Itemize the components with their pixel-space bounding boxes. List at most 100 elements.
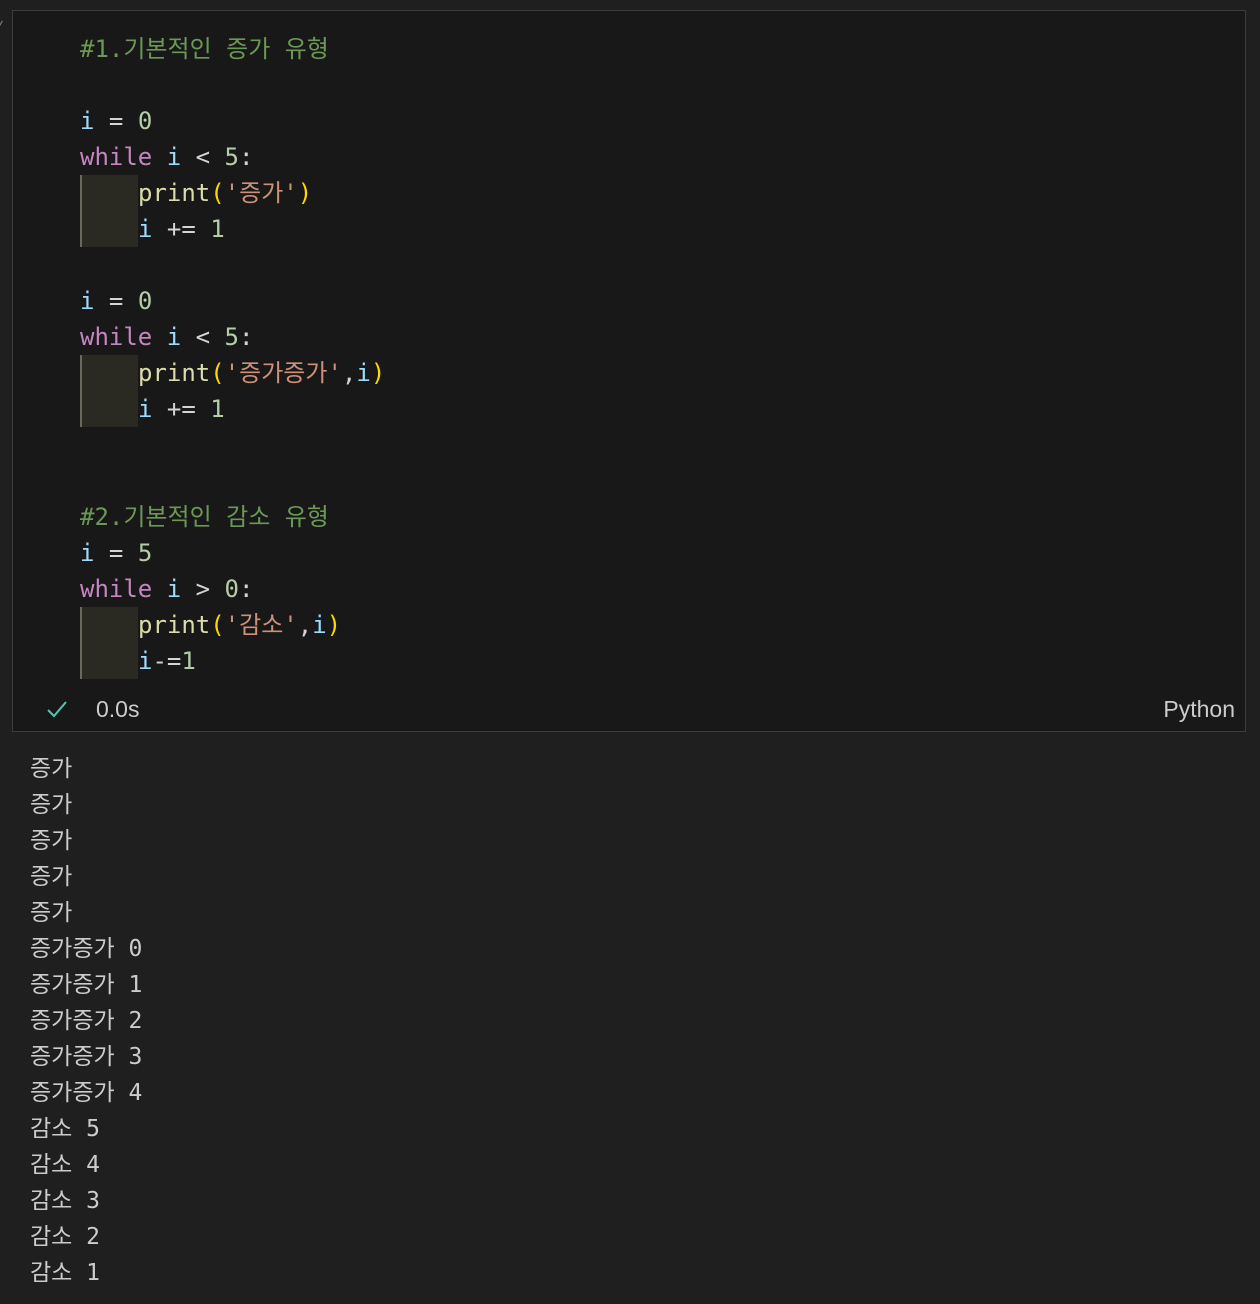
code-token: print: [138, 359, 211, 387]
output-line: 증가증가 4: [30, 1080, 143, 1106]
code-token: :: [238, 143, 254, 171]
code-token: 0: [137, 107, 153, 135]
output-line: 증가: [30, 828, 73, 854]
code-token: (: [210, 179, 225, 207]
code-line[interactable]: while i < 5:: [80, 139, 385, 175]
output-line: 증가증가 1: [30, 972, 143, 998]
code-line[interactable]: i += 1: [80, 211, 385, 247]
code-token: ): [370, 359, 386, 387]
indent-guide: [80, 175, 138, 211]
indent-guide: [80, 211, 138, 247]
code-line[interactable]: #2.기본적인 감소 유형: [80, 499, 385, 535]
code-token: +=: [152, 215, 211, 243]
code-token: =: [94, 539, 138, 567]
code-line[interactable]: [80, 247, 385, 283]
code-line[interactable]: while i > 0:: [80, 571, 385, 607]
output-line: 감소 2: [30, 1224, 101, 1250]
code-token: '감소': [224, 611, 298, 639]
code-line[interactable]: [80, 463, 385, 499]
code-token: (: [210, 611, 225, 639]
output-line: 증가증가 0: [30, 936, 143, 962]
code-token: i: [312, 611, 327, 639]
output-line: 감소 4: [30, 1152, 101, 1178]
code-token: while: [80, 143, 153, 171]
code-token: #2.기본적인 감소 유형: [80, 503, 329, 531]
cell-corner-mark: [0, 20, 9, 30]
code-token: #1.기본적인 증가 유형: [80, 35, 329, 63]
code-token: :: [238, 575, 254, 603]
code-token: >: [181, 575, 225, 603]
code-editor[interactable]: #1.기본적인 증가 유형 i = 0 while i < 5: print('증가'…: [80, 31, 385, 679]
indent-guide: [80, 391, 138, 427]
code-token: i: [166, 143, 182, 171]
code-token: i: [138, 395, 153, 423]
code-token: '증가': [224, 179, 298, 207]
output-line: 증가증가 2: [30, 1008, 143, 1034]
code-line[interactable]: i = 0: [80, 103, 385, 139]
code-line[interactable]: i-=1: [80, 643, 385, 679]
indent-guide: [80, 355, 138, 391]
code-token: 0: [224, 575, 239, 603]
indent-guide: [80, 607, 138, 643]
code-token: '증가증가': [224, 359, 342, 387]
code-token: ): [297, 179, 313, 207]
code-token: while: [80, 323, 153, 351]
code-token: (: [210, 359, 225, 387]
code-token: print: [138, 611, 211, 639]
output-line: 증가증가 3: [30, 1044, 143, 1070]
code-token: print: [138, 179, 211, 207]
code-token: -=: [152, 647, 182, 675]
code-line[interactable]: #1.기본적인 증가 유형: [80, 31, 385, 67]
code-token: i: [166, 323, 182, 351]
code-token: 1: [210, 395, 225, 423]
output-line: 증가: [30, 756, 73, 782]
code-token: <: [181, 143, 225, 171]
output-line: 감소 1: [30, 1260, 101, 1286]
code-line[interactable]: i += 1: [80, 391, 385, 427]
code-cell[interactable]: #1.기본적인 증가 유형 i = 0 while i < 5: print('증가'…: [12, 10, 1246, 732]
code-token: ): [326, 611, 342, 639]
execution-time: 0.0s: [96, 696, 140, 722]
indent-guide: [80, 643, 138, 679]
code-token: <: [181, 323, 225, 351]
code-token: :: [238, 323, 254, 351]
check-icon: [47, 701, 67, 718]
code-token: ,: [341, 359, 357, 387]
code-line[interactable]: i = 5: [80, 535, 385, 571]
code-token: 0: [137, 287, 153, 315]
code-token: =: [94, 287, 138, 315]
code-token: 1: [181, 647, 196, 675]
output-line: 증가: [30, 864, 73, 890]
output-line: 증가: [30, 792, 73, 818]
code-token: 1: [210, 215, 225, 243]
code-token: i: [138, 647, 153, 675]
output-line: 증가: [30, 900, 73, 926]
code-token: while: [80, 575, 153, 603]
output-line: 감소 5: [30, 1116, 101, 1142]
cell-status-bar: 0.0s Python: [13, 687, 1245, 731]
code-line[interactable]: print('증가'): [80, 175, 385, 211]
code-token: 5: [137, 539, 153, 567]
code-token: i: [166, 575, 182, 603]
code-line[interactable]: [80, 427, 385, 463]
code-token: i: [80, 539, 95, 567]
code-line[interactable]: print('감소',i): [80, 607, 385, 643]
language-label[interactable]: Python: [1163, 696, 1235, 723]
code-token: =: [94, 107, 138, 135]
code-line[interactable]: i = 0: [80, 283, 385, 319]
code-token: i: [80, 287, 95, 315]
code-token: +=: [152, 395, 211, 423]
code-line[interactable]: [80, 67, 385, 103]
code-token: ,: [297, 611, 313, 639]
code-token: 5: [224, 143, 239, 171]
code-token: i: [138, 215, 153, 243]
output-line: 감소 3: [30, 1188, 101, 1214]
code-line[interactable]: while i < 5:: [80, 319, 385, 355]
code-token: i: [356, 359, 371, 387]
cell-output: 증가 증가 증가 증가 증가 증가증가 0 증가증가 1 증가증가 2 증가증가 3 증가증가 4…: [30, 751, 142, 1291]
code-line[interactable]: print('증가증가',i): [80, 355, 385, 391]
code-token: 5: [224, 323, 239, 351]
